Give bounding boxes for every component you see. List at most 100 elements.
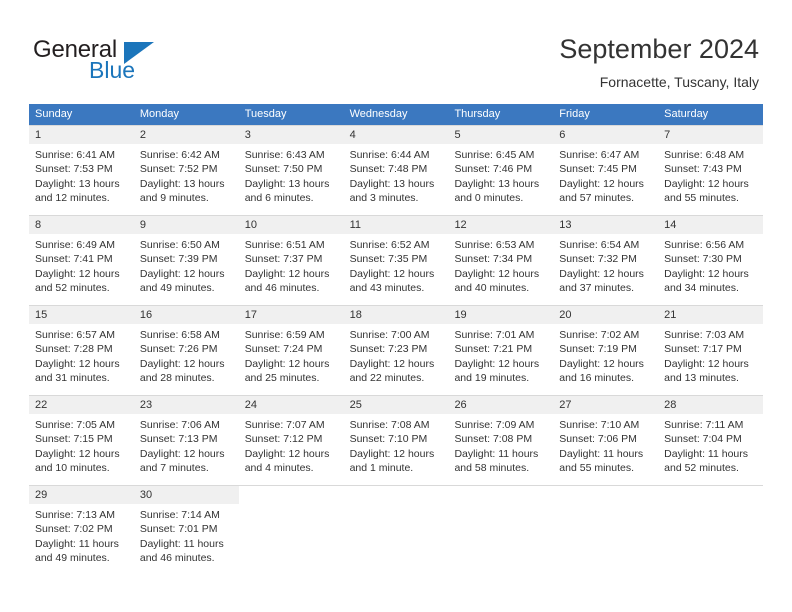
sunrise-text: Sunrise: 7:02 AM xyxy=(559,329,640,341)
daylight-text-line1: Daylight: 11 hours xyxy=(664,447,749,460)
day-cell[interactable]: 19 Sunrise: 7:01 AM Sunset: 7:21 PM Dayl… xyxy=(448,306,554,395)
sunset-text: Sunset: 7:12 PM xyxy=(244,433,323,446)
day-cell[interactable]: 11 Sunrise: 6:52 AM Sunset: 7:35 PM Dayl… xyxy=(343,216,449,305)
daylight-text-line1: Daylight: 12 hours xyxy=(244,357,330,370)
day-cell[interactable]: 16 Sunrise: 6:58 AM Sunset: 7:26 PM Dayl… xyxy=(133,306,239,395)
daylight-text-line1: Daylight: 12 hours xyxy=(139,447,225,460)
sunset-text: Sunset: 7:01 PM xyxy=(139,523,218,536)
day-number: 15 xyxy=(29,306,134,324)
day-cell[interactable]: 27 Sunrise: 7:10 AM Sunset: 7:06 PM Dayl… xyxy=(553,396,659,485)
sunrise-text: Sunrise: 6:41 AM xyxy=(35,149,115,161)
daylight-text-line1: Daylight: 12 hours xyxy=(349,357,435,370)
day-cell[interactable]: 21 Sunrise: 7:03 AM Sunset: 7:17 PM Dayl… xyxy=(658,306,764,395)
day-number: 4 xyxy=(343,126,449,144)
daylight-text-line1: Daylight: 12 hours xyxy=(664,267,749,280)
day-cell[interactable]: 17 Sunrise: 6:59 AM Sunset: 7:24 PM Dayl… xyxy=(238,306,344,395)
day-cell[interactable]: 26 Sunrise: 7:09 AM Sunset: 7:08 PM Dayl… xyxy=(448,396,554,485)
week-row: 15 Sunrise: 6:57 AM Sunset: 7:28 PM Dayl… xyxy=(29,305,764,395)
day-number: 28 xyxy=(658,396,764,414)
page-header: General Blue September 2024 Fornacette, … xyxy=(0,0,792,104)
day-number: 3 xyxy=(238,126,344,144)
day-cell[interactable]: 3 Sunrise: 6:43 AM Sunset: 7:50 PM Dayli… xyxy=(238,126,344,215)
day-cell[interactable]: 7 Sunrise: 6:48 AM Sunset: 7:43 PM Dayli… xyxy=(658,126,764,215)
daylight-text-line2: and 55 minutes. xyxy=(664,192,739,205)
day-number: 13 xyxy=(553,216,659,234)
daylight-text-line2: and 12 minutes. xyxy=(35,192,110,205)
day-cell[interactable]: 29 Sunrise: 7:13 AM Sunset: 7:02 PM Dayl… xyxy=(29,486,134,575)
day-details: Sunrise: 7:08 AM Sunset: 7:10 PM Dayligh… xyxy=(344,414,449,476)
day-number: 18 xyxy=(343,306,449,324)
day-details: Sunrise: 6:59 AM Sunset: 7:24 PM Dayligh… xyxy=(239,324,344,386)
day-details: Sunrise: 6:49 AM Sunset: 7:41 PM Dayligh… xyxy=(29,234,134,296)
sunset-text: Sunset: 7:34 PM xyxy=(454,253,533,266)
daylight-text-line2: and 34 minutes. xyxy=(664,282,739,295)
day-cell[interactable]: 9 Sunrise: 6:50 AM Sunset: 7:39 PM Dayli… xyxy=(133,216,239,305)
daylight-text-line2: and 58 minutes. xyxy=(454,462,530,475)
day-cell-empty xyxy=(658,486,763,575)
day-cell-empty xyxy=(239,486,344,575)
day-cell[interactable]: 22 Sunrise: 7:05 AM Sunset: 7:15 PM Dayl… xyxy=(29,396,134,485)
daylight-text-line1: Daylight: 12 hours xyxy=(35,267,120,280)
sunrise-text: Sunrise: 7:07 AM xyxy=(244,419,325,431)
day-details: Sunrise: 7:13 AM Sunset: 7:02 PM Dayligh… xyxy=(29,504,134,566)
daylight-text-line1: Daylight: 13 hours xyxy=(349,177,435,190)
daylight-text-line1: Daylight: 13 hours xyxy=(454,177,540,190)
daylight-text-line1: Daylight: 13 hours xyxy=(244,177,330,190)
daylight-text-line2: and 3 minutes. xyxy=(349,192,419,205)
day-details: Sunrise: 7:06 AM Sunset: 7:13 PM Dayligh… xyxy=(134,414,239,476)
sunrise-text: Sunrise: 7:11 AM xyxy=(664,419,744,431)
sunrise-text: Sunrise: 6:42 AM xyxy=(139,149,220,161)
week-row: 1 Sunrise: 6:41 AM Sunset: 7:53 PM Dayli… xyxy=(29,125,764,215)
day-cell[interactable]: 2 Sunrise: 6:42 AM Sunset: 7:52 PM Dayli… xyxy=(133,126,239,215)
sunset-text: Sunset: 7:53 PM xyxy=(35,163,113,176)
logo-text-blue: Blue xyxy=(89,57,136,83)
day-number: 2 xyxy=(133,126,239,144)
day-cell[interactable]: 6 Sunrise: 6:47 AM Sunset: 7:45 PM Dayli… xyxy=(553,126,659,215)
sunrise-text: Sunrise: 6:43 AM xyxy=(244,149,325,161)
day-cell[interactable]: 25 Sunrise: 7:08 AM Sunset: 7:10 PM Dayl… xyxy=(343,396,449,485)
day-cell[interactable]: 10 Sunrise: 6:51 AM Sunset: 7:37 PM Dayl… xyxy=(238,216,344,305)
daylight-text-line2: and 37 minutes. xyxy=(559,282,635,295)
day-cell[interactable]: 20 Sunrise: 7:02 AM Sunset: 7:19 PM Dayl… xyxy=(553,306,659,395)
day-number: 10 xyxy=(238,216,344,234)
daylight-text-line1: Daylight: 11 hours xyxy=(454,447,539,460)
day-cell[interactable]: 12 Sunrise: 6:53 AM Sunset: 7:34 PM Dayl… xyxy=(448,216,554,305)
day-cell[interactable]: 4 Sunrise: 6:44 AM Sunset: 7:48 PM Dayli… xyxy=(343,126,449,215)
day-number: 24 xyxy=(238,396,344,414)
sunrise-text: Sunrise: 6:53 AM xyxy=(454,239,535,251)
sunset-text: Sunset: 7:17 PM xyxy=(664,343,742,356)
daylight-text-line2: and 4 minutes. xyxy=(244,462,314,475)
sunrise-text: Sunrise: 6:47 AM xyxy=(559,149,640,161)
day-number: 30 xyxy=(133,486,239,504)
day-details: Sunrise: 7:01 AM Sunset: 7:21 PM Dayligh… xyxy=(448,324,553,386)
day-cell[interactable]: 14 Sunrise: 6:56 AM Sunset: 7:30 PM Dayl… xyxy=(658,216,764,305)
daylight-text-line2: and 1 minute. xyxy=(349,462,414,475)
day-number: 7 xyxy=(658,126,764,144)
day-cell[interactable]: 30 Sunrise: 7:14 AM Sunset: 7:01 PM Dayl… xyxy=(133,486,239,575)
day-cell[interactable]: 24 Sunrise: 7:07 AM Sunset: 7:12 PM Dayl… xyxy=(238,396,344,485)
day-cell[interactable]: 28 Sunrise: 7:11 AM Sunset: 7:04 PM Dayl… xyxy=(658,396,764,485)
day-details: Sunrise: 6:56 AM Sunset: 7:30 PM Dayligh… xyxy=(658,234,763,296)
daylight-text-line2: and 49 minutes. xyxy=(35,552,110,565)
day-cell[interactable]: 13 Sunrise: 6:54 AM Sunset: 7:32 PM Dayl… xyxy=(553,216,659,305)
sunset-text: Sunset: 7:52 PM xyxy=(139,163,218,176)
calendar-page: General Blue September 2024 Fornacette, … xyxy=(0,0,792,612)
general-blue-logo[interactable]: General Blue xyxy=(33,36,203,88)
day-details: Sunrise: 6:48 AM Sunset: 7:43 PM Dayligh… xyxy=(658,144,763,206)
day-cell[interactable]: 23 Sunrise: 7:06 AM Sunset: 7:13 PM Dayl… xyxy=(133,396,239,485)
day-cell[interactable]: 8 Sunrise: 6:49 AM Sunset: 7:41 PM Dayli… xyxy=(29,216,134,305)
sunset-text: Sunset: 7:37 PM xyxy=(244,253,323,266)
daylight-text-line1: Daylight: 12 hours xyxy=(454,267,540,280)
sunrise-text: Sunrise: 6:51 AM xyxy=(244,239,325,251)
daylight-text-line2: and 46 minutes. xyxy=(244,282,320,295)
sunset-text: Sunset: 7:10 PM xyxy=(349,433,428,446)
day-cell[interactable]: 5 Sunrise: 6:45 AM Sunset: 7:46 PM Dayli… xyxy=(448,126,554,215)
day-number: 6 xyxy=(553,126,659,144)
daylight-text-line2: and 49 minutes. xyxy=(139,282,215,295)
day-cell[interactable]: 18 Sunrise: 7:00 AM Sunset: 7:23 PM Dayl… xyxy=(343,306,449,395)
day-cell[interactable]: 1 Sunrise: 6:41 AM Sunset: 7:53 PM Dayli… xyxy=(29,126,134,215)
daylight-text-line1: Daylight: 12 hours xyxy=(349,267,435,280)
day-cell[interactable]: 15 Sunrise: 6:57 AM Sunset: 7:28 PM Dayl… xyxy=(29,306,134,395)
day-details: Sunrise: 6:57 AM Sunset: 7:28 PM Dayligh… xyxy=(29,324,134,386)
sunset-text: Sunset: 7:15 PM xyxy=(35,433,113,446)
